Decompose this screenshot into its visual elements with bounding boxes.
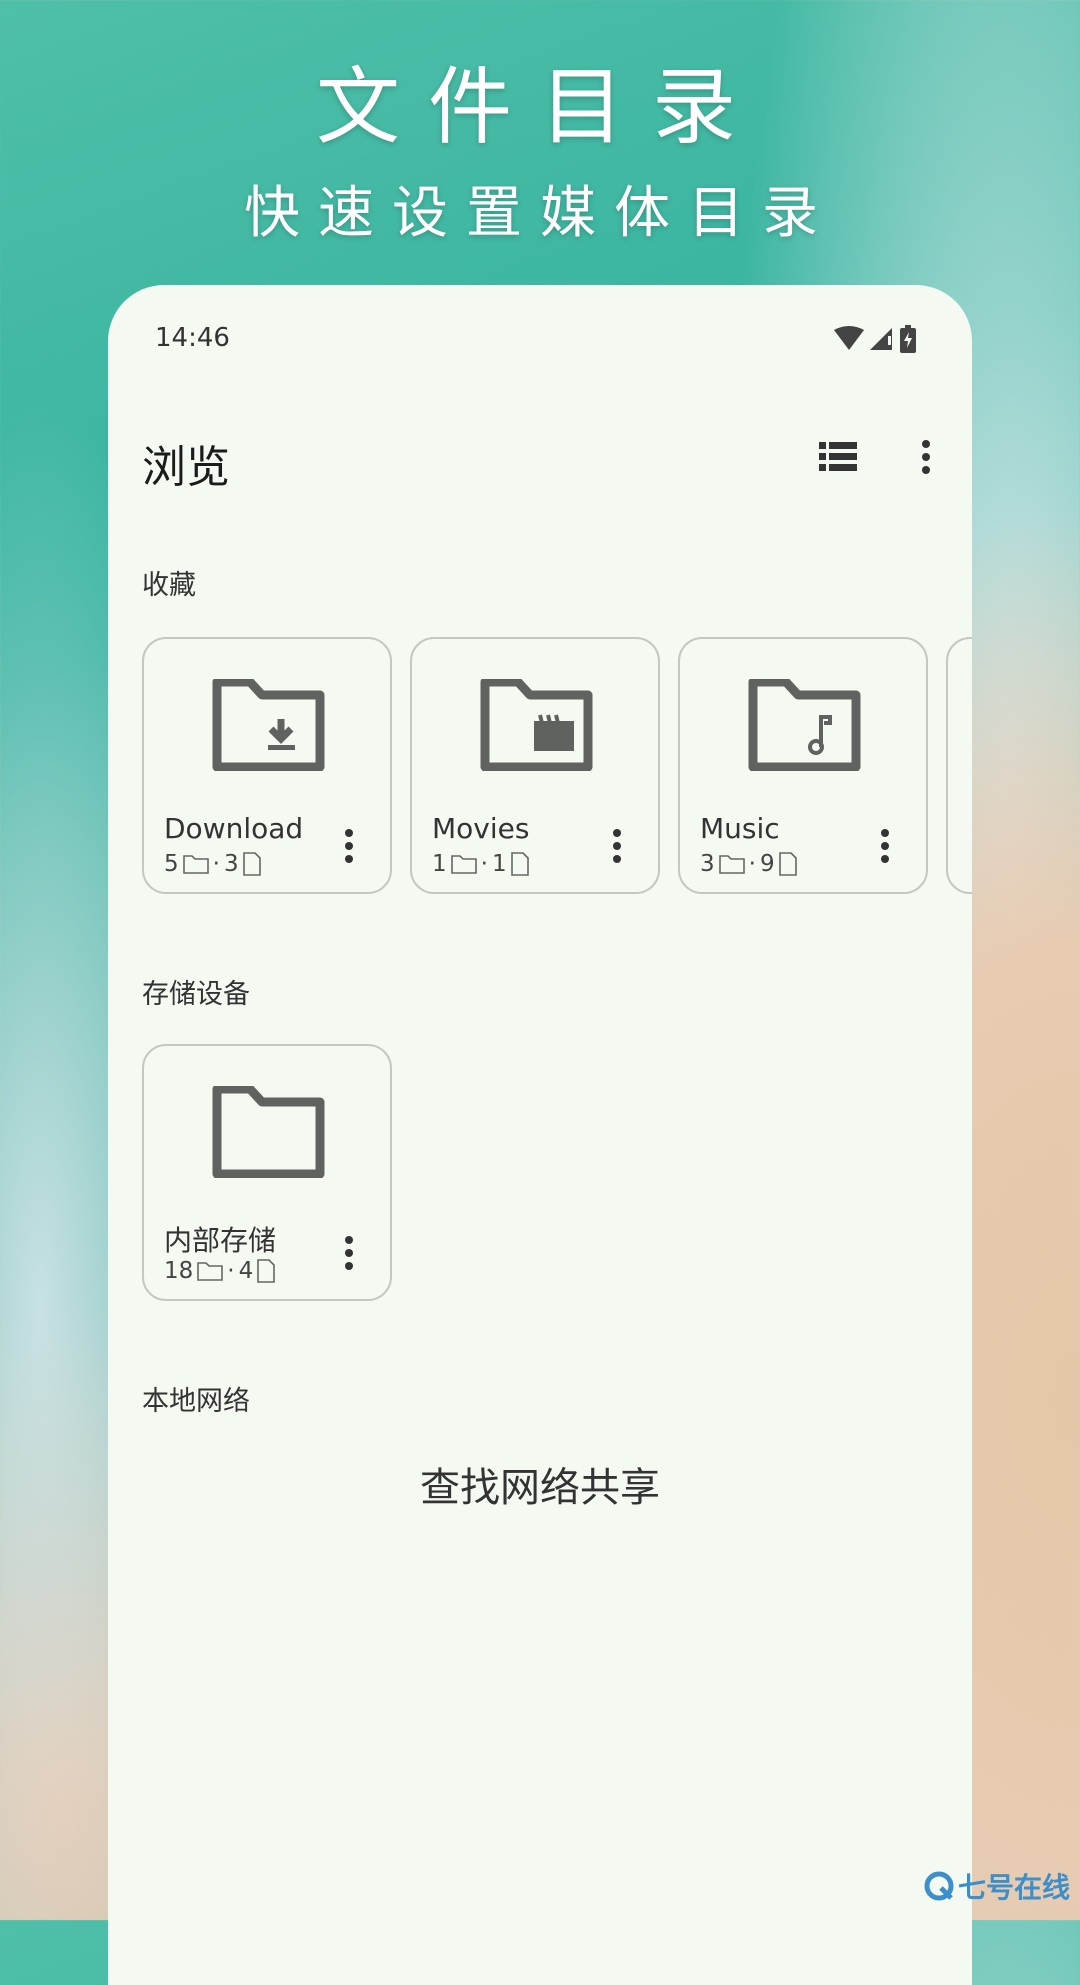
- file-small-icon: [778, 852, 797, 876]
- file-count: 3: [223, 851, 239, 877]
- card-more-icon[interactable]: [612, 829, 622, 863]
- folder-small-icon: [450, 855, 477, 874]
- file-count: 9: [759, 851, 775, 877]
- battery-charging-icon: [900, 325, 916, 353]
- more-options-button[interactable]: [906, 437, 946, 477]
- storage-card-internal[interactable]: 内部存储 18 · 4: [142, 1044, 392, 1301]
- folder-small-icon: [197, 1262, 224, 1281]
- separator: ·: [227, 1258, 235, 1284]
- file-count: 4: [238, 1258, 254, 1284]
- watermark-logo-icon: [924, 1871, 954, 1901]
- section-network-label: 本地网络: [142, 1386, 250, 1417]
- folder-count: 1: [432, 851, 447, 877]
- card-name: 内部存储: [164, 1224, 277, 1257]
- list-view-icon: [819, 442, 857, 471]
- section-storage-label: 存储设备: [142, 979, 250, 1010]
- watermark: 七号在线: [924, 1866, 1070, 1906]
- page-title: 浏览: [142, 442, 230, 493]
- file-small-icon: [510, 852, 529, 876]
- favorite-card-download[interactable]: Download 5 · 3: [142, 637, 392, 894]
- card-name: Movies: [432, 812, 530, 845]
- folder-count: 18: [164, 1258, 194, 1284]
- favorite-card-partial[interactable]: [946, 637, 972, 894]
- card-counts: 5 · 3: [164, 851, 261, 877]
- card-more-icon[interactable]: [344, 829, 354, 863]
- card-counts: 18 · 4: [164, 1258, 276, 1284]
- section-favorites-label: 收藏: [142, 570, 196, 601]
- find-network-shares-button[interactable]: 查找网络共享: [108, 1455, 972, 1513]
- hero-title: 文件目录: [315, 58, 764, 156]
- file-small-icon: [257, 1259, 276, 1283]
- more-vert-icon: [922, 440, 930, 474]
- folder-count: 5: [164, 851, 179, 877]
- status-time: 14:46: [155, 323, 230, 353]
- list-view-button[interactable]: [818, 437, 858, 477]
- card-counts: 3 · 9: [700, 851, 797, 877]
- wifi-icon: [834, 326, 864, 350]
- watermark-text: 七号在线: [957, 1871, 1070, 1904]
- card-counts: 1 · 1: [432, 851, 529, 877]
- file-small-icon: [242, 852, 261, 876]
- folder-icon: [212, 1086, 325, 1178]
- separator: ·: [748, 851, 756, 877]
- file-count: 1: [491, 851, 507, 877]
- folder-download-icon: [212, 679, 325, 771]
- folder-music-icon: [748, 679, 861, 771]
- hero-subtitle: 快速设置媒体目录: [244, 181, 836, 246]
- phone-screen: 14:46 浏览 收藏 Download 5 · 3 Movies 1 · 1 Musi…: [108, 285, 972, 1985]
- status-icons: [834, 325, 916, 353]
- card-name: Music: [700, 812, 780, 845]
- separator: ·: [212, 851, 220, 877]
- favorite-card-movies[interactable]: Movies 1 · 1: [410, 637, 660, 894]
- folder-small-icon: [718, 855, 745, 874]
- folder-small-icon: [182, 855, 209, 874]
- card-more-icon[interactable]: [344, 1236, 354, 1270]
- folder-movie-icon: [480, 679, 593, 771]
- folder-count: 3: [700, 851, 715, 877]
- favorite-card-music[interactable]: Music 3 · 9: [678, 637, 928, 894]
- card-name: Download: [164, 812, 304, 845]
- signal-icon: [870, 328, 892, 350]
- card-more-icon[interactable]: [880, 829, 890, 863]
- separator: ·: [480, 851, 488, 877]
